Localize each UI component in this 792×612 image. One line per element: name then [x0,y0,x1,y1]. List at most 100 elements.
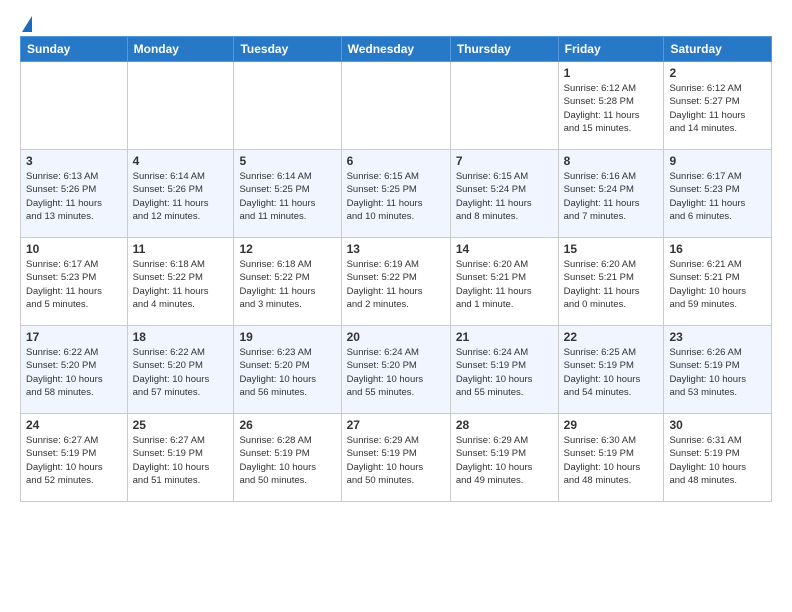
day-number: 7 [456,154,553,168]
calendar: Sunday Monday Tuesday Wednesday Thursday… [20,36,772,502]
day-number: 28 [456,418,553,432]
day-cell: 6 Sunrise: 6:15 AM Sunset: 5:25 PM Daylig… [341,150,450,238]
page: Sunday Monday Tuesday Wednesday Thursday… [0,0,792,518]
header [20,16,772,28]
col-tuesday: Tuesday [234,37,341,62]
day-number: 27 [347,418,445,432]
header-row: Sunday Monday Tuesday Wednesday Thursday… [21,37,772,62]
day-number: 30 [669,418,766,432]
day-number: 5 [239,154,335,168]
day-info: Sunrise: 6:21 AM Sunset: 5:21 PM Dayligh… [669,258,766,311]
day-number: 10 [26,242,122,256]
logo-triangle-icon [22,16,32,32]
day-cell [341,62,450,150]
day-cell [234,62,341,150]
day-number: 29 [564,418,659,432]
col-friday: Friday [558,37,664,62]
day-number: 13 [347,242,445,256]
day-cell: 13 Sunrise: 6:19 AM Sunset: 5:22 PM Dayli… [341,238,450,326]
day-number: 14 [456,242,553,256]
day-cell [127,62,234,150]
week-row-1: 3 Sunrise: 6:13 AM Sunset: 5:26 PM Daylig… [21,150,772,238]
week-row-0: 1Sunrise: 6:12 AM Sunset: 5:28 PM Daylig… [21,62,772,150]
day-cell: 9 Sunrise: 6:17 AM Sunset: 5:23 PM Daylig… [664,150,772,238]
day-number: 11 [133,242,229,256]
day-info: Sunrise: 6:29 AM Sunset: 5:19 PM Dayligh… [347,434,445,487]
day-cell: 19 Sunrise: 6:23 AM Sunset: 5:20 PM Dayli… [234,326,341,414]
day-info: Sunrise: 6:12 AM Sunset: 5:27 PM Dayligh… [669,82,766,135]
day-info: Sunrise: 6:13 AM Sunset: 5:26 PM Dayligh… [26,170,122,223]
day-cell: 28 Sunrise: 6:29 AM Sunset: 5:19 PM Dayli… [450,414,558,502]
day-number: 9 [669,154,766,168]
day-cell: 8 Sunrise: 6:16 AM Sunset: 5:24 PM Daylig… [558,150,664,238]
day-number: 19 [239,330,335,344]
day-info: Sunrise: 6:24 AM Sunset: 5:20 PM Dayligh… [347,346,445,399]
col-saturday: Saturday [664,37,772,62]
week-row-3: 17 Sunrise: 6:22 AM Sunset: 5:20 PM Dayli… [21,326,772,414]
day-info: Sunrise: 6:23 AM Sunset: 5:20 PM Dayligh… [239,346,335,399]
day-number: 23 [669,330,766,344]
day-cell: 5Sunrise: 6:14 AM Sunset: 5:25 PM Daylig… [234,150,341,238]
day-info: Sunrise: 6:17 AM Sunset: 5:23 PM Dayligh… [669,170,766,223]
day-cell: 11Sunrise: 6:18 AM Sunset: 5:22 PM Dayli… [127,238,234,326]
day-cell: 25Sunrise: 6:27 AM Sunset: 5:19 PM Dayli… [127,414,234,502]
day-number: 26 [239,418,335,432]
day-cell: 22 Sunrise: 6:25 AM Sunset: 5:19 PM Dayli… [558,326,664,414]
day-cell: 1Sunrise: 6:12 AM Sunset: 5:28 PM Daylig… [558,62,664,150]
day-cell: 7 Sunrise: 6:15 AM Sunset: 5:24 PM Daylig… [450,150,558,238]
day-info: Sunrise: 6:29 AM Sunset: 5:19 PM Dayligh… [456,434,553,487]
day-info: Sunrise: 6:19 AM Sunset: 5:22 PM Dayligh… [347,258,445,311]
col-thursday: Thursday [450,37,558,62]
calendar-header: Sunday Monday Tuesday Wednesday Thursday… [21,37,772,62]
day-info: Sunrise: 6:20 AM Sunset: 5:21 PM Dayligh… [564,258,659,311]
day-cell: 10 Sunrise: 6:17 AM Sunset: 5:23 PM Dayli… [21,238,128,326]
col-sunday: Sunday [21,37,128,62]
week-row-4: 24 Sunrise: 6:27 AM Sunset: 5:19 PM Dayli… [21,414,772,502]
day-cell: 4Sunrise: 6:14 AM Sunset: 5:26 PM Daylig… [127,150,234,238]
day-number: 3 [26,154,122,168]
col-monday: Monday [127,37,234,62]
week-row-2: 10 Sunrise: 6:17 AM Sunset: 5:23 PM Dayli… [21,238,772,326]
day-cell [21,62,128,150]
day-number: 6 [347,154,445,168]
calendar-body: 1Sunrise: 6:12 AM Sunset: 5:28 PM Daylig… [21,62,772,502]
day-number: 18 [133,330,229,344]
day-info: Sunrise: 6:14 AM Sunset: 5:26 PM Dayligh… [133,170,229,223]
day-info: Sunrise: 6:22 AM Sunset: 5:20 PM Dayligh… [26,346,122,399]
day-cell: 27 Sunrise: 6:29 AM Sunset: 5:19 PM Dayli… [341,414,450,502]
day-number: 17 [26,330,122,344]
day-info: Sunrise: 6:25 AM Sunset: 5:19 PM Dayligh… [564,346,659,399]
day-info: Sunrise: 6:30 AM Sunset: 5:19 PM Dayligh… [564,434,659,487]
day-info: Sunrise: 6:20 AM Sunset: 5:21 PM Dayligh… [456,258,553,311]
day-number: 21 [456,330,553,344]
logo [20,16,32,28]
day-number: 12 [239,242,335,256]
day-cell: 21 Sunrise: 6:24 AM Sunset: 5:19 PM Dayli… [450,326,558,414]
day-number: 2 [669,66,766,80]
day-number: 24 [26,418,122,432]
day-number: 8 [564,154,659,168]
day-number: 25 [133,418,229,432]
day-cell: 2 Sunrise: 6:12 AM Sunset: 5:27 PM Daylig… [664,62,772,150]
day-info: Sunrise: 6:26 AM Sunset: 5:19 PM Dayligh… [669,346,766,399]
day-cell: 14 Sunrise: 6:20 AM Sunset: 5:21 PM Dayli… [450,238,558,326]
day-cell: 29 Sunrise: 6:30 AM Sunset: 5:19 PM Dayli… [558,414,664,502]
day-cell: 3 Sunrise: 6:13 AM Sunset: 5:26 PM Daylig… [21,150,128,238]
day-info: Sunrise: 6:15 AM Sunset: 5:24 PM Dayligh… [456,170,553,223]
day-number: 22 [564,330,659,344]
day-number: 16 [669,242,766,256]
day-info: Sunrise: 6:27 AM Sunset: 5:19 PM Dayligh… [26,434,122,487]
day-info: Sunrise: 6:24 AM Sunset: 5:19 PM Dayligh… [456,346,553,399]
day-cell: 18 Sunrise: 6:22 AM Sunset: 5:20 PM Dayli… [127,326,234,414]
day-cell: 17 Sunrise: 6:22 AM Sunset: 5:20 PM Dayli… [21,326,128,414]
day-cell: 16 Sunrise: 6:21 AM Sunset: 5:21 PM Dayli… [664,238,772,326]
day-cell: 20 Sunrise: 6:24 AM Sunset: 5:20 PM Dayli… [341,326,450,414]
day-info: Sunrise: 6:16 AM Sunset: 5:24 PM Dayligh… [564,170,659,223]
day-number: 20 [347,330,445,344]
day-info: Sunrise: 6:31 AM Sunset: 5:19 PM Dayligh… [669,434,766,487]
day-info: Sunrise: 6:22 AM Sunset: 5:20 PM Dayligh… [133,346,229,399]
day-cell: 30 Sunrise: 6:31 AM Sunset: 5:19 PM Dayli… [664,414,772,502]
day-info: Sunrise: 6:17 AM Sunset: 5:23 PM Dayligh… [26,258,122,311]
day-cell: 23 Sunrise: 6:26 AM Sunset: 5:19 PM Dayli… [664,326,772,414]
day-info: Sunrise: 6:15 AM Sunset: 5:25 PM Dayligh… [347,170,445,223]
